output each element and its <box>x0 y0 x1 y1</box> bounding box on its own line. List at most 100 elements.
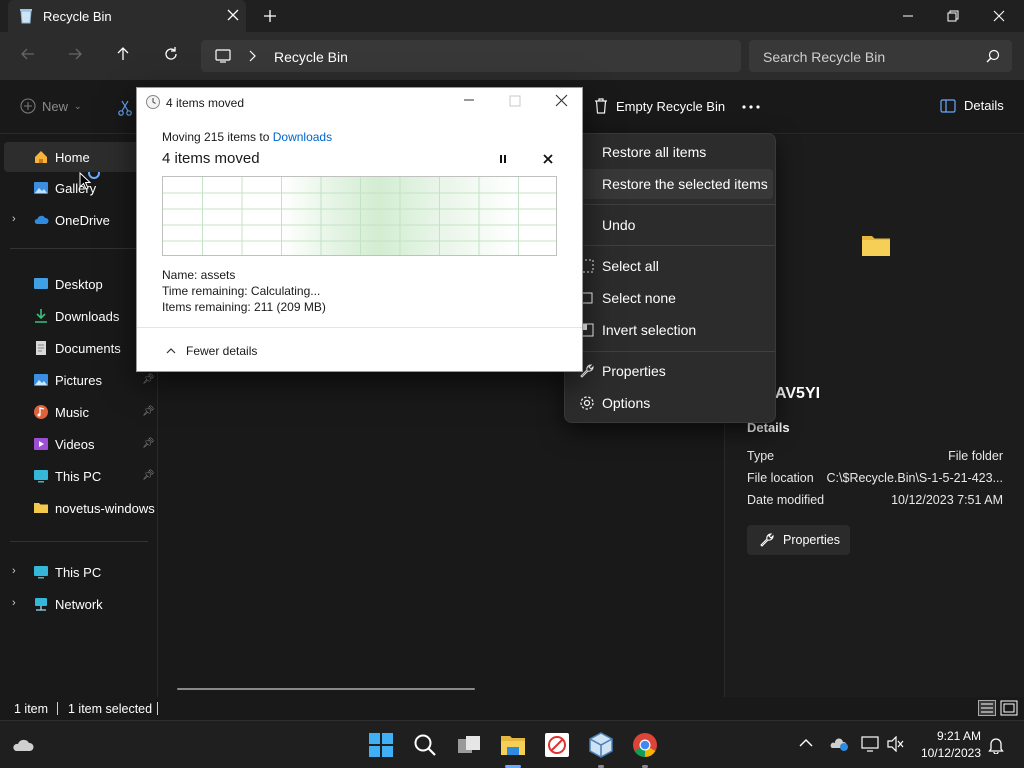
chevron-right-icon[interactable]: › <box>12 597 16 609</box>
trash-icon <box>594 98 608 114</box>
navigation-bar: Recycle Bin Search Recycle Bin <box>0 32 1024 80</box>
virtualbox-icon[interactable] <box>587 731 615 759</box>
empty-recycle-bin-button[interactable]: Empty Recycle Bin <box>594 98 725 114</box>
transfer-speed-graph <box>162 176 557 256</box>
new-button[interactable]: New ⌄ <box>20 98 82 114</box>
menu-item-label: Restore the selected items <box>602 176 768 192</box>
restore-button[interactable] <box>930 0 976 32</box>
onedrive-status-icon[interactable] <box>829 736 849 752</box>
title-bar: Recycle Bin <box>0 0 1024 32</box>
pictures-icon <box>33 372 49 388</box>
sidebar-item-network[interactable]: › Network <box>0 589 155 619</box>
cut-icon[interactable] <box>118 100 132 116</box>
clock-date[interactable]: 10/12/2023 <box>918 746 981 760</box>
empty-recycle-bin-label: Empty Recycle Bin <box>616 98 726 114</box>
sidebar-item-downloads[interactable]: Downloads <box>0 301 155 331</box>
new-tab-icon[interactable] <box>262 8 278 24</box>
new-label: New <box>42 98 69 114</box>
details-label: Details <box>964 98 1004 113</box>
minimize-button[interactable] <box>885 0 931 32</box>
app-icon-red[interactable] <box>543 731 571 759</box>
sidebar-item-documents[interactable]: Documents <box>0 333 155 363</box>
fewer-details-label: Fewer details <box>186 344 258 358</box>
chevron-up-icon[interactable] <box>799 738 813 748</box>
address-bar[interactable]: Recycle Bin <box>201 40 741 72</box>
dialog-minimize-button[interactable] <box>463 93 475 105</box>
clock-time[interactable]: 9:21 AM <box>935 729 981 743</box>
menu-item-restore-selected[interactable]: Restore the selected items <box>569 169 773 199</box>
monitor-icon <box>33 564 49 580</box>
dialog-maximize-button[interactable] <box>509 95 521 107</box>
network-status-icon[interactable] <box>861 736 879 752</box>
tiles-view-icon[interactable] <box>1000 700 1018 716</box>
back-icon[interactable] <box>20 46 36 62</box>
start-icon[interactable] <box>367 731 395 759</box>
close-tab-icon[interactable] <box>226 8 240 22</box>
menu-item-select-none[interactable]: Select none <box>569 283 773 313</box>
pin-icon[interactable]: 📌︎ <box>142 470 155 481</box>
details-view-icon[interactable] <box>978 700 996 716</box>
more-options-icon[interactable] <box>742 105 760 109</box>
menu-item-options[interactable]: Options <box>569 388 773 418</box>
search-placeholder: Search Recycle Bin <box>763 49 886 65</box>
pin-icon[interactable]: 📌︎ <box>142 374 155 385</box>
refresh-icon[interactable] <box>163 46 179 62</box>
up-icon[interactable] <box>115 46 131 62</box>
pin-icon[interactable]: 📌︎ <box>142 406 155 417</box>
file-explorer-icon[interactable] <box>499 731 527 759</box>
divider <box>10 541 148 542</box>
chrome-icon[interactable] <box>631 731 659 759</box>
menu-item-label: Undo <box>602 217 636 233</box>
sidebar-item-label: Desktop <box>55 277 103 292</box>
chevron-right-icon[interactable]: › <box>12 213 16 225</box>
sidebar-item-gallery[interactable]: Gallery <box>0 173 155 203</box>
selection-count: 1 item selected <box>68 702 153 716</box>
sidebar-item-music[interactable]: Music 📌︎ <box>0 397 155 427</box>
task-view-icon[interactable] <box>455 731 483 759</box>
menu-item-label: Select none <box>602 290 676 306</box>
moving-prefix: Moving 215 items to <box>162 130 270 144</box>
chevron-right-icon[interactable] <box>247 50 257 62</box>
properties-button[interactable]: Properties <box>747 525 850 555</box>
sidebar-item-label: Music <box>55 405 89 420</box>
sidebar-item-desktop[interactable]: Desktop <box>0 269 155 299</box>
fewer-details-button[interactable]: Fewer details <box>166 344 257 358</box>
tab-recycle-bin[interactable]: Recycle Bin <box>8 0 246 32</box>
horizontal-scrollbar[interactable] <box>177 688 475 690</box>
search-icon[interactable] <box>411 731 439 759</box>
dialog-close-button[interactable] <box>555 94 568 107</box>
close-window-button[interactable] <box>976 0 1022 32</box>
network-icon <box>33 596 49 612</box>
menu-item-undo[interactable]: Undo <box>569 210 773 240</box>
details-button[interactable]: Details <box>940 98 1004 113</box>
chevron-right-icon[interactable]: › <box>12 565 16 577</box>
sidebar-item-this-pc-pinned[interactable]: This PC 📌︎ <box>0 461 155 491</box>
notifications-bell-icon[interactable] <box>988 736 1004 754</box>
weather-icon[interactable] <box>10 733 36 757</box>
sidebar-item-videos[interactable]: Videos 📌︎ <box>0 429 155 459</box>
menu-item-select-all[interactable]: Select all <box>569 251 773 281</box>
sidebar-item-pictures[interactable]: Pictures 📌︎ <box>0 365 155 395</box>
chevron-up-icon <box>166 347 176 355</box>
pin-icon[interactable]: 📌︎ <box>142 438 155 449</box>
menu-item-invert-selection[interactable]: Invert selection <box>569 315 773 345</box>
menu-item-label: Options <box>602 395 651 411</box>
destination-link[interactable]: Downloads <box>273 130 332 144</box>
search-input[interactable]: Search Recycle Bin <box>749 40 1012 72</box>
sidebar-item-onedrive[interactable]: › OneDrive <box>0 205 155 235</box>
moving-status: Moving 215 items to Downloads <box>162 130 332 144</box>
menu-item-restore-all[interactable]: Restore all items <box>569 137 773 167</box>
menu-item-properties[interactable]: Properties <box>569 356 773 386</box>
divider <box>565 204 775 205</box>
volume-muted-icon[interactable] <box>887 736 905 752</box>
home-icon <box>33 149 49 165</box>
cancel-icon[interactable] <box>543 154 553 164</box>
pause-icon[interactable] <box>498 154 508 164</box>
sidebar-item-label: Documents <box>55 341 121 356</box>
sidebar-item-this-pc[interactable]: › This PC <box>0 557 155 587</box>
cloud-icon <box>33 212 49 228</box>
sidebar-item-home[interactable]: Home <box>4 142 154 172</box>
sidebar-item-novetus-windows[interactable]: novetus-windows <box>0 493 155 523</box>
forward-icon[interactable] <box>67 46 83 62</box>
tab-title: Recycle Bin <box>43 9 112 24</box>
